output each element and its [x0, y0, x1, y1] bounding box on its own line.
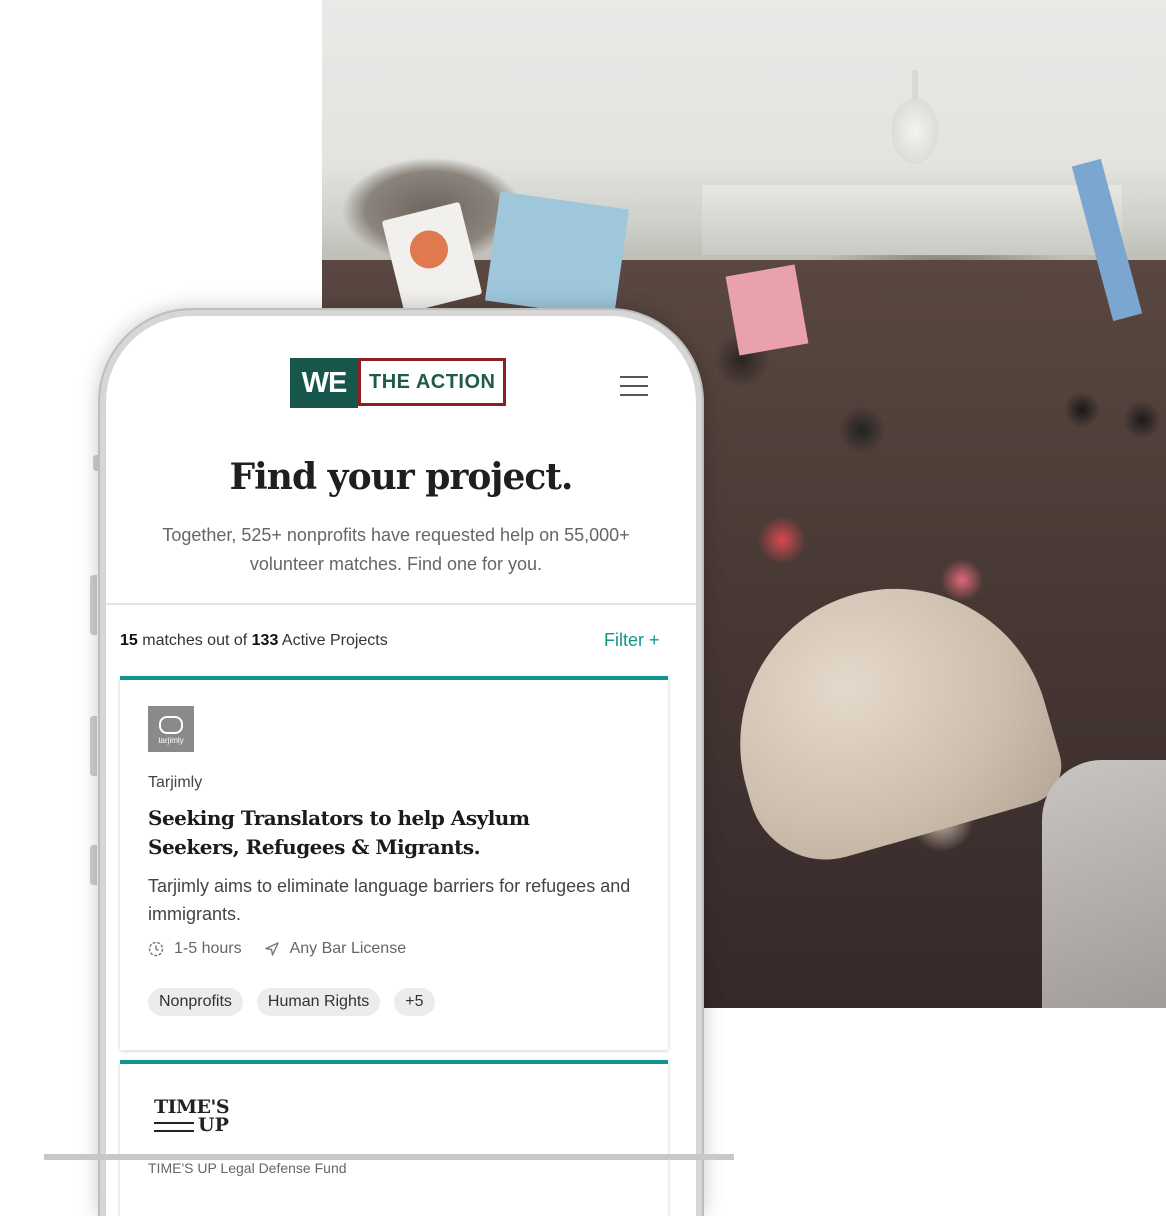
brand-logo[interactable]: WE THE ACTION	[290, 358, 507, 408]
phone-side-button	[90, 716, 97, 776]
project-meta: 1-5 hours Any Bar License	[148, 940, 406, 958]
matches-text: matches out of	[142, 632, 248, 649]
total-text: Active Projects	[281, 632, 388, 649]
page-title: Find your project.	[229, 456, 574, 498]
project-card[interactable]: TIME'S UP TIME'S UP Legal Defense Fund	[120, 1060, 668, 1216]
org-name: TIME'S UP Legal Defense Fund	[148, 1160, 347, 1176]
chat-bubble-icon	[159, 716, 183, 734]
org-logo-text: tarjimly	[158, 736, 184, 745]
project-description: Tarjimly aims to eliminate language barr…	[148, 876, 631, 924]
logo-we: WE	[290, 358, 358, 408]
total-count: 133	[251, 632, 279, 649]
project-card[interactable]: tarjimly Tarjimly Seeking Translators to…	[120, 676, 668, 1050]
time-commitment: 1-5 hours	[174, 940, 242, 957]
org-logo: TIME'S UP	[154, 1098, 230, 1135]
phone-side-button	[90, 575, 97, 635]
tag-nonprofits[interactable]: Nonprofits	[148, 988, 243, 1016]
site-header: WE THE ACTION	[106, 316, 696, 446]
tag-human-rights[interactable]: Human Rights	[256, 988, 381, 1016]
bottom-bar	[44, 1154, 734, 1160]
menu-icon[interactable]	[620, 376, 648, 396]
match-count: 15	[120, 632, 138, 649]
divider	[106, 603, 696, 605]
clock-icon	[148, 941, 164, 957]
phone-side-button	[93, 455, 100, 471]
results-summary: 15 matches out of 133 Active Projects	[120, 632, 388, 650]
location-arrow-icon	[264, 942, 279, 956]
tag-more[interactable]: +5	[394, 988, 435, 1016]
page-subtitle: Together, 525+ nonprofits have requested…	[162, 525, 630, 574]
org-logo: tarjimly	[148, 706, 194, 752]
filter-button[interactable]: Filter +	[604, 630, 660, 651]
license-requirement: Any Bar License	[289, 940, 407, 957]
logo-the-action: THE ACTION	[358, 358, 507, 406]
tag-list: Nonprofits Human Rights +5	[148, 988, 449, 1016]
phone-frame: WE THE ACTION Find your project. Togethe…	[100, 310, 702, 1216]
phone-side-button	[90, 845, 97, 885]
org-name: Tarjimly	[148, 774, 203, 791]
project-title[interactable]: Seeking Translators to help Asylum Seeke…	[148, 804, 618, 862]
